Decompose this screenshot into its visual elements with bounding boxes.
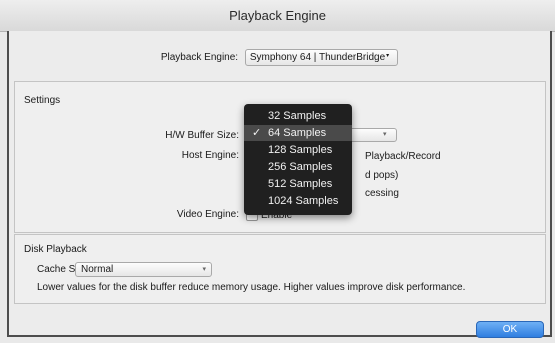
menu-item-label: 128 Samples	[268, 144, 333, 156]
pops-text: d pops)	[365, 170, 399, 181]
host-engine-label: Host Engine:	[181, 150, 239, 161]
buffer-size-menu: 32 Samples ✓ 64 Samples 128 Samples 256 …	[244, 104, 352, 215]
menu-item-label: 512 Samples	[268, 178, 333, 190]
chevron-down-icon: ▾	[383, 131, 387, 138]
hw-buffer-label: H/W Buffer Size:	[165, 130, 239, 141]
chevron-down-icon: ▾	[386, 53, 390, 59]
cache-size-select[interactable]: Normal ▾	[75, 262, 212, 277]
playback-record-text: Playback/Record	[365, 151, 441, 162]
disk-buffer-hint: Lower values for the disk buffer reduce …	[37, 282, 466, 293]
cache-size-value: Normal	[81, 264, 114, 275]
playback-engine-select[interactable]: Symphony 64 | ThunderBridge▾	[244, 49, 399, 66]
menu-item-32-samples[interactable]: 32 Samples	[244, 108, 352, 124]
menu-item-label: 256 Samples	[268, 161, 333, 173]
menu-item-label: 1024 Samples	[268, 195, 339, 207]
disk-playback-panel: Disk Playback Cache Size: Normal ▾ Lower…	[14, 234, 546, 304]
menu-item-64-samples[interactable]: ✓ 64 Samples	[244, 125, 352, 141]
window-title: Playback Engine	[0, 0, 555, 32]
processing-text: cessing	[365, 188, 399, 199]
menu-item-256-samples[interactable]: 256 Samples	[244, 159, 352, 175]
menu-item-512-samples[interactable]: 512 Samples	[244, 176, 352, 192]
playback-engine-row: Playback Engine: Symphony 64 | ThunderBr…	[9, 49, 550, 66]
settings-section-title: Settings	[24, 95, 61, 106]
menu-item-128-samples[interactable]: 128 Samples	[244, 142, 352, 158]
menu-item-label: 32 Samples	[268, 110, 327, 122]
disk-playback-title: Disk Playback	[24, 244, 87, 255]
chevron-down-icon: ▾	[202, 266, 206, 273]
video-engine-label: Video Engine:	[176, 209, 239, 220]
ok-button[interactable]: OK	[476, 321, 544, 338]
playback-engine-value: Symphony 64 | ThunderBridge	[249, 52, 386, 63]
menu-item-label: 64 Samples	[268, 127, 327, 139]
checkmark-icon: ✓	[252, 127, 262, 139]
playback-engine-label: Playback Engine:	[160, 52, 239, 64]
menu-item-1024-samples[interactable]: 1024 Samples	[244, 193, 352, 209]
